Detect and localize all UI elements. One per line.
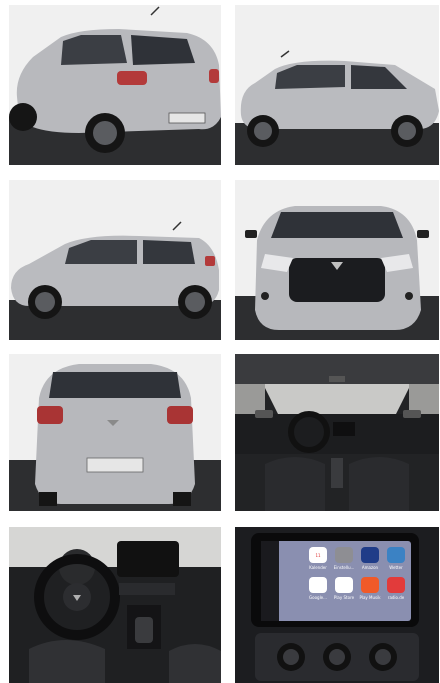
car-rear-quarter-image <box>9 5 221 165</box>
app-label-play-music: Play Musik <box>359 595 381 600</box>
photo-front[interactable] <box>235 180 439 340</box>
photo-steering-wheel[interactable] <box>9 527 221 683</box>
steering-wheel-image <box>9 527 221 683</box>
calendar-date-text: 11 <box>315 553 321 558</box>
app-label-radio: radio.de <box>388 595 405 600</box>
app-label-settings: Einstellu... <box>334 565 355 570</box>
interior-dashboard-image <box>235 354 439 511</box>
app-label-calendar: Kalender <box>309 565 327 570</box>
car-side-left-image <box>9 180 221 340</box>
photo-rear[interactable] <box>9 354 221 511</box>
car-rear-image <box>9 354 221 511</box>
app-label-amazon: Amazon <box>362 565 379 570</box>
photo-side-profile-left[interactable] <box>9 180 221 340</box>
photo-infotainment-screen[interactable]: 11 Kalender Einstellu... Amazon Wetter G… <box>235 527 439 683</box>
car-front-image <box>235 180 439 340</box>
car-side-right-image <box>235 5 439 165</box>
app-label-play-store: Play Store <box>334 595 355 600</box>
photo-interior-dashboard[interactable] <box>235 354 439 511</box>
app-label-weather: Wetter <box>389 565 403 570</box>
photo-rear-three-quarter[interactable] <box>9 5 221 165</box>
app-label-google: Google... <box>309 595 327 600</box>
carplay-screen-image: 11 Kalender Einstellu... Amazon Wetter G… <box>235 527 439 683</box>
photo-side-profile-right[interactable] <box>235 5 439 165</box>
